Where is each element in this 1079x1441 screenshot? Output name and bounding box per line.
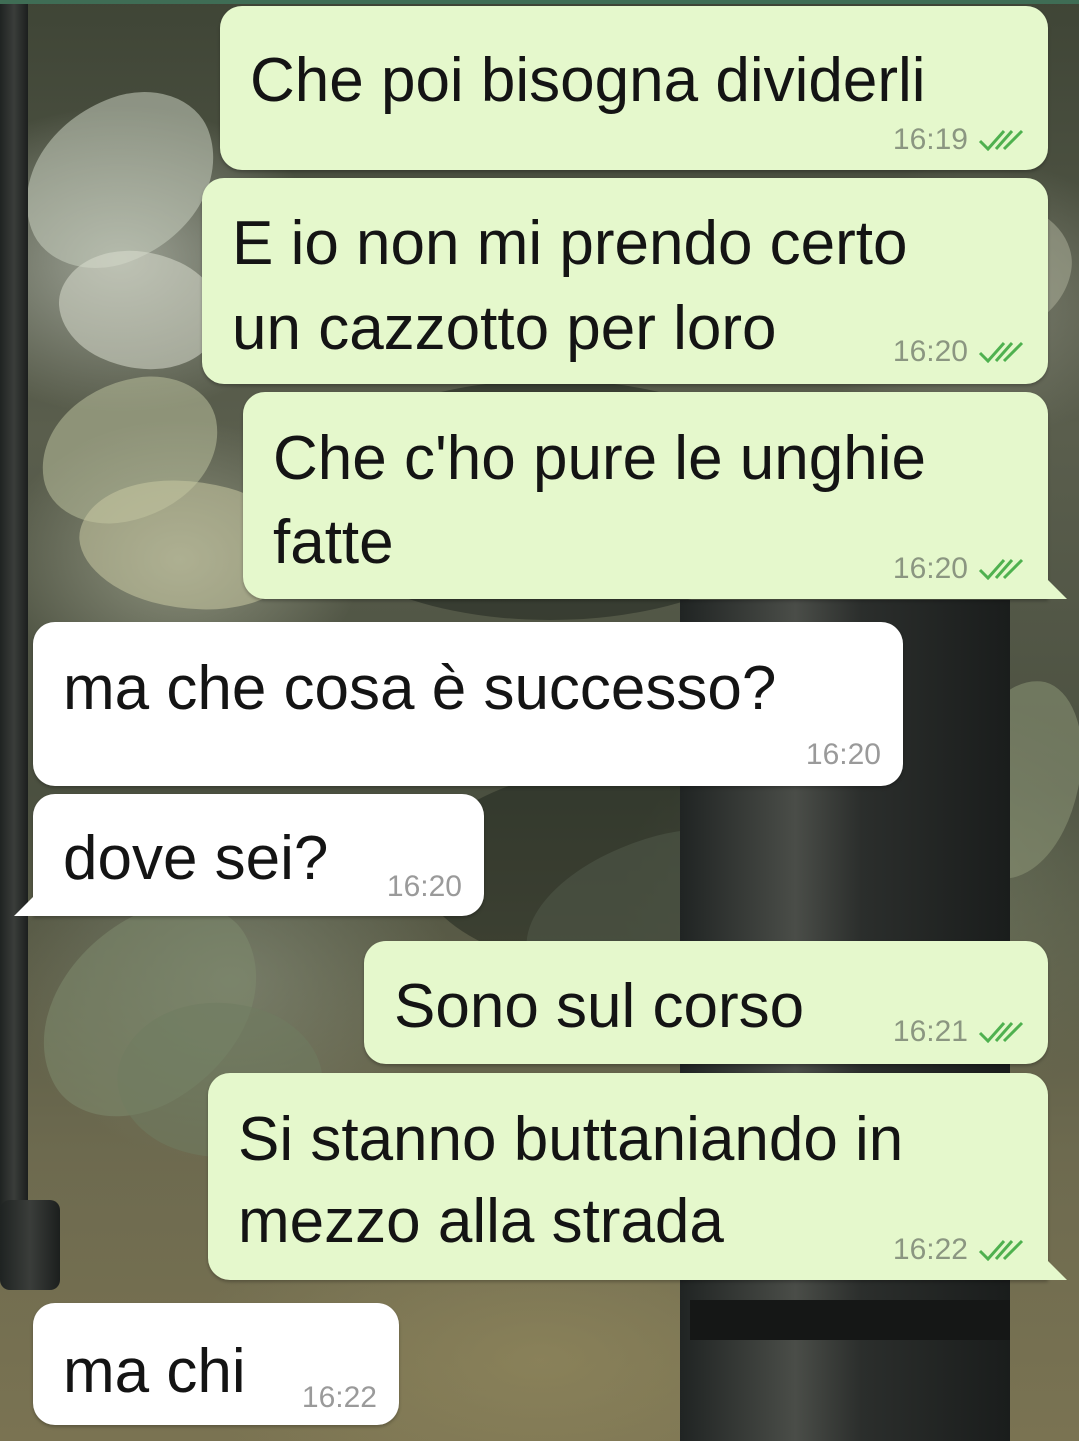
double-check-icon [978, 1021, 1024, 1043]
message-time: 16:19 [892, 123, 968, 156]
message-text: Sono sul corso [394, 972, 805, 1041]
message-time: 16:22 [301, 1381, 377, 1414]
message-meta: 16:20 [893, 552, 1026, 586]
message-text: dove sei? [63, 824, 329, 893]
message-text: Si stanno buttaniando in [238, 1105, 904, 1174]
message-meta: 16:21 [893, 1015, 1026, 1049]
message-text: E io non mi prendo certo [232, 209, 908, 278]
message-text: Che c'ho pure le unghie [273, 424, 926, 493]
bubble-tail [1047, 1260, 1067, 1280]
outgoing-message[interactable]: E io non mi prendo certo un cazzotto per… [202, 178, 1048, 384]
bubble-tail [1047, 579, 1067, 599]
message-meta: 16:20 [893, 335, 1026, 369]
message-text: fatte [273, 508, 394, 577]
incoming-message[interactable]: ma chi 16:22 [33, 1303, 399, 1425]
message-time: 16:21 [892, 1015, 968, 1048]
message-time: 16:20 [892, 552, 968, 585]
message-time: 16:20 [805, 738, 881, 771]
outgoing-message[interactable]: Che poi bisogna dividerli 16:19 [220, 6, 1048, 170]
message-text: mezzo alla strada [238, 1187, 724, 1256]
double-check-icon [978, 558, 1024, 580]
double-check-icon [978, 1239, 1024, 1261]
message-text: un cazzotto per loro [232, 294, 777, 363]
bubble-tail [14, 896, 34, 916]
message-text: ma che cosa è successo? [63, 654, 777, 723]
message-meta: 16:22 [302, 1381, 377, 1415]
double-check-icon [978, 341, 1024, 363]
message-text: ma chi [63, 1337, 246, 1406]
message-meta: 16:20 [806, 738, 881, 772]
message-meta: 16:20 [387, 870, 462, 904]
outgoing-message[interactable]: Si stanno buttaniando in mezzo alla stra… [208, 1073, 1048, 1280]
message-text: Che poi bisogna dividerli [250, 46, 926, 115]
message-list[interactable]: Che poi bisogna dividerli 16:19 E io non… [0, 0, 1079, 1441]
message-meta: 16:22 [893, 1233, 1026, 1267]
message-time: 16:20 [386, 870, 462, 903]
outgoing-message[interactable]: Sono sul corso 16:21 [364, 941, 1048, 1064]
incoming-message[interactable]: ma che cosa è successo? 16:20 [33, 622, 903, 786]
message-time: 16:20 [892, 335, 968, 368]
incoming-message[interactable]: dove sei? 16:20 [33, 794, 484, 916]
message-meta: 16:19 [893, 123, 1026, 157]
message-time: 16:22 [892, 1233, 968, 1266]
double-check-icon [978, 129, 1024, 151]
outgoing-message[interactable]: Che c'ho pure le unghie fatte 16:20 [243, 392, 1048, 599]
